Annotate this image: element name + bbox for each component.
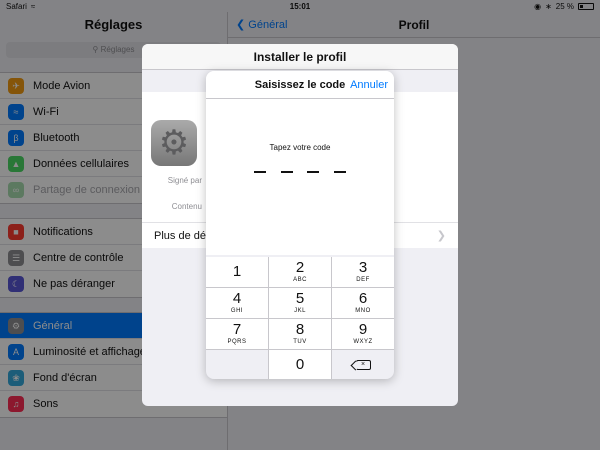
cancel-button[interactable]: Annuler xyxy=(350,71,388,99)
dialog-header: Saisissez le code Annuler xyxy=(206,71,394,99)
key-number: 9 xyxy=(358,321,368,338)
key-number: 7 xyxy=(232,321,242,338)
delete-key[interactable]: × xyxy=(332,350,394,379)
key-number: 3 xyxy=(358,259,368,276)
backspace-icon: × xyxy=(355,360,371,370)
profile-gear-icon xyxy=(151,120,197,166)
numeric-keypad: 1 2 ABC 3 DEF 4 GHI 5 JKL 6 MNO 7 PQRS 8 TUV 9W… xyxy=(206,257,394,379)
key-6[interactable]: 6 MNO xyxy=(332,288,394,318)
contains-label: Contenu xyxy=(171,202,202,211)
passcode-entry-area: Tapez votre code xyxy=(206,99,394,255)
key-3[interactable]: 3 DEF xyxy=(332,257,394,287)
passcode-digit-slot xyxy=(333,171,346,173)
key-2[interactable]: 2 ABC xyxy=(269,257,331,287)
passcode-digit-slot xyxy=(307,171,320,173)
key-letters: DEF xyxy=(356,277,370,283)
key-number: 4 xyxy=(232,290,242,307)
signed-by-label: Signé par xyxy=(167,176,202,185)
sheet-title: Installer le profil xyxy=(142,44,458,70)
chevron-right-icon: ❯ xyxy=(436,230,446,242)
key-number: 0 xyxy=(295,356,305,373)
key-letters: ABC xyxy=(293,277,307,283)
keypad-blank xyxy=(206,350,268,379)
key-8[interactable]: 8 TUV xyxy=(269,319,331,349)
passcode-field[interactable] xyxy=(254,171,346,173)
key-1[interactable]: 1 xyxy=(206,257,268,287)
key-letters: WXYZ xyxy=(353,339,373,345)
key-7[interactable]: 7 PQRS xyxy=(206,319,268,349)
passcode-digit-slot xyxy=(280,171,293,173)
key-number: 8 xyxy=(295,321,305,338)
key-number: 5 xyxy=(295,290,305,307)
key-letters: MNO xyxy=(355,308,371,314)
key-letters: PQRS xyxy=(227,339,247,345)
key-letters: JKL xyxy=(294,308,306,314)
key-letters: GHI xyxy=(230,308,244,314)
key-9[interactable]: 9 WXYZ xyxy=(332,319,394,349)
key-number: 6 xyxy=(358,290,368,307)
key-5[interactable]: 5 JKL xyxy=(269,288,331,318)
key-letters: TUV xyxy=(293,339,307,345)
passcode-prompt: Tapez votre code xyxy=(269,143,331,152)
key-number: 2 xyxy=(295,259,305,276)
passcode-dialog: Saisissez le code Annuler Tapez votre co… xyxy=(206,71,394,379)
key-4[interactable]: 4 GHI xyxy=(206,288,268,318)
key-number: 1 xyxy=(232,263,242,280)
passcode-digit-slot xyxy=(254,171,266,173)
key-0[interactable]: 0 xyxy=(269,350,331,379)
